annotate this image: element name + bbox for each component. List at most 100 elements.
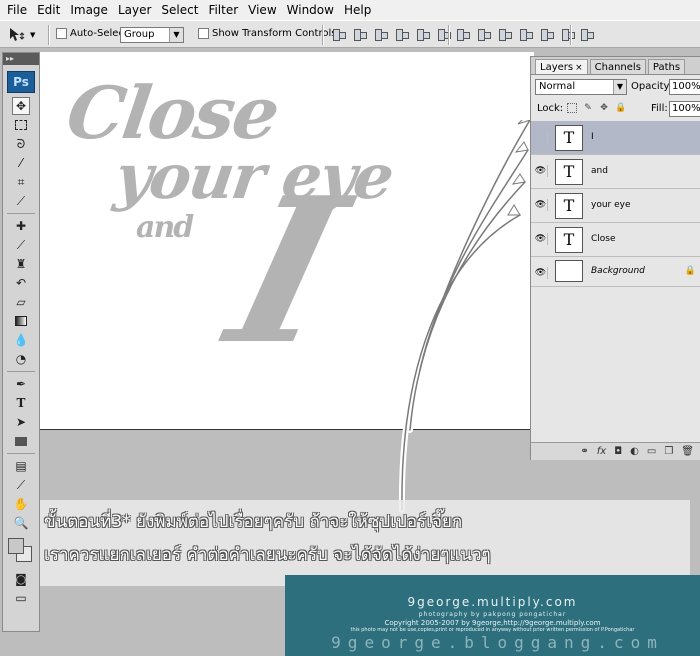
align-vcenter-icon[interactable] bbox=[353, 27, 367, 41]
close-icon[interactable]: × bbox=[575, 63, 583, 73]
notes-tool[interactable]: ▤ bbox=[12, 457, 30, 475]
layer-name[interactable]: and bbox=[591, 166, 608, 176]
menu-image[interactable]: Image bbox=[65, 0, 113, 20]
quick-mask-button[interactable]: ◙ bbox=[12, 570, 30, 588]
menu-edit[interactable]: Edit bbox=[32, 0, 65, 20]
folder-icon[interactable]: ▭ bbox=[647, 446, 656, 457]
blend-mode-select[interactable]: Normal ▼ bbox=[535, 79, 627, 95]
dodge-tool[interactable]: ◔ bbox=[12, 350, 30, 368]
type-icon: T bbox=[16, 396, 26, 410]
layer-row-close[interactable]: 👁 T Close bbox=[531, 223, 700, 257]
color-swatches[interactable] bbox=[6, 536, 36, 566]
align-hcenter-icon[interactable] bbox=[416, 27, 430, 41]
new-layer-icon[interactable]: ❐ bbox=[664, 446, 673, 457]
layer-row-your-eye[interactable]: 👁 T your eye bbox=[531, 189, 700, 223]
align-bottom-icon[interactable] bbox=[374, 27, 388, 41]
eye-icon[interactable]: 👁 bbox=[534, 165, 548, 177]
tool-preset-picker[interactable]: ▼ bbox=[8, 25, 44, 45]
quick-select-tool[interactable]: ⁄ bbox=[12, 154, 30, 172]
panel-grip[interactable]: ▸▸ bbox=[3, 53, 39, 65]
distribute-left-icon[interactable] bbox=[519, 27, 533, 41]
path-selection-tool[interactable]: ➤ bbox=[12, 413, 30, 431]
blur-tool[interactable]: 💧 bbox=[12, 331, 30, 349]
brush-tool[interactable]: ⟋ bbox=[12, 236, 30, 254]
tab-layers[interactable]: Layers × bbox=[535, 59, 588, 74]
menu-layer[interactable]: Layer bbox=[113, 0, 156, 20]
distribute-right-icon[interactable] bbox=[561, 27, 575, 41]
menu-filter[interactable]: Filter bbox=[203, 0, 243, 20]
layer-row-i[interactable]: T I bbox=[531, 121, 700, 155]
eye-icon[interactable]: 👁 bbox=[534, 199, 548, 211]
opacity-label: Opacity: bbox=[631, 81, 673, 92]
lock-all-icon[interactable]: 🔒 bbox=[615, 103, 626, 113]
crop-tool[interactable]: ⌗ bbox=[12, 173, 30, 191]
chevron-down-icon[interactable]: ▼ bbox=[169, 28, 183, 42]
divider bbox=[7, 453, 35, 454]
eyedropper-tool-2[interactable]: ⟋ bbox=[12, 476, 30, 494]
lasso-tool[interactable]: ᘐ bbox=[12, 135, 30, 153]
auto-select-dropdown[interactable]: Group ▼ bbox=[120, 27, 184, 43]
adjustment-icon[interactable]: ◐ bbox=[630, 446, 639, 457]
marquee-tool[interactable] bbox=[12, 116, 30, 134]
distribute-hcenter-icon[interactable] bbox=[540, 27, 554, 41]
checkbox-box[interactable] bbox=[198, 28, 209, 39]
eye-icon[interactable]: 👁 bbox=[534, 233, 548, 245]
auto-align-layers-icon[interactable] bbox=[580, 27, 594, 41]
opacity-input[interactable]: 100% bbox=[669, 79, 700, 95]
healing-brush-tool[interactable]: ✚ bbox=[12, 217, 30, 235]
watermark-copyright: Copyright 2005-2007 by 9george,http://9g… bbox=[384, 619, 601, 627]
tab-channels[interactable]: Channels bbox=[589, 59, 646, 74]
clone-stamp-tool[interactable]: ♜ bbox=[12, 255, 30, 273]
mask-icon[interactable]: ◘ bbox=[614, 446, 622, 457]
foreground-color[interactable] bbox=[8, 538, 24, 554]
menu-help[interactable]: Help bbox=[339, 0, 376, 20]
move-tool[interactable]: ✥ bbox=[12, 97, 30, 115]
watermark-photographer: photography by pakpong pongatichar bbox=[418, 611, 567, 618]
visibility-toggle[interactable] bbox=[534, 131, 548, 143]
menu-view[interactable]: View bbox=[243, 0, 281, 20]
distribute-vcenter-icon[interactable] bbox=[477, 27, 491, 41]
align-top-icon[interactable] bbox=[332, 27, 346, 41]
eyedropper-tool[interactable]: ⟋ bbox=[12, 192, 30, 210]
layer-name[interactable]: your eye bbox=[591, 200, 631, 210]
checkbox-box[interactable] bbox=[56, 28, 67, 39]
trash-icon[interactable]: 🗑 bbox=[681, 446, 694, 457]
eyedropper-icon: ⟋ bbox=[16, 477, 26, 492]
menu-window[interactable]: Window bbox=[282, 0, 339, 20]
tab-label: Layers bbox=[540, 62, 574, 73]
distribute-bottom-icon[interactable] bbox=[498, 27, 512, 41]
blend-row: Normal ▼ Opacity: 100% bbox=[535, 79, 700, 97]
hand-tool[interactable]: ✋ bbox=[12, 495, 30, 513]
lock-transparency-icon[interactable] bbox=[567, 103, 577, 113]
screen-mode-button[interactable]: ▭ bbox=[12, 589, 30, 607]
menu-file[interactable]: File bbox=[2, 0, 32, 20]
pen-tool[interactable]: ✒ bbox=[12, 375, 30, 393]
layer-name[interactable]: Background bbox=[591, 266, 645, 276]
link-icon[interactable]: ⚭ bbox=[580, 446, 588, 457]
gradient-tool[interactable] bbox=[12, 312, 30, 330]
align-left-icon[interactable] bbox=[395, 27, 409, 41]
tab-paths[interactable]: Paths bbox=[647, 59, 686, 74]
eraser-tool[interactable]: ▱ bbox=[12, 293, 30, 311]
show-transform-checkbox[interactable]: Show Transform Controls bbox=[198, 28, 336, 39]
distribute-top-icon[interactable] bbox=[456, 27, 470, 41]
lock-pixels-icon[interactable]: ✎ bbox=[583, 103, 593, 113]
layer-name[interactable]: I bbox=[591, 132, 594, 142]
layer-row-background[interactable]: 👁 Background 🔒 bbox=[531, 257, 700, 287]
type-tool[interactable]: T bbox=[12, 394, 30, 412]
menu-select[interactable]: Select bbox=[156, 0, 203, 20]
text-layer-thumbnail: T bbox=[555, 125, 583, 151]
shape-tool[interactable] bbox=[12, 432, 30, 450]
lock-position-icon[interactable]: ✥ bbox=[599, 103, 609, 113]
fx-icon[interactable]: fx bbox=[597, 446, 606, 457]
history-brush-tool[interactable]: ↶ bbox=[12, 274, 30, 292]
layer-name[interactable]: Close bbox=[591, 234, 616, 244]
lock-label: Lock: bbox=[537, 103, 564, 114]
fill-input[interactable]: 100% bbox=[669, 101, 700, 117]
rectangle-icon bbox=[15, 436, 27, 446]
layer-row-and[interactable]: 👁 T and bbox=[531, 155, 700, 189]
eye-icon[interactable]: 👁 bbox=[534, 267, 548, 279]
zoom-tool[interactable]: 🔍 bbox=[12, 514, 30, 532]
chevron-down-icon[interactable]: ▼ bbox=[613, 80, 626, 94]
canvas-text-and: and bbox=[136, 210, 194, 245]
